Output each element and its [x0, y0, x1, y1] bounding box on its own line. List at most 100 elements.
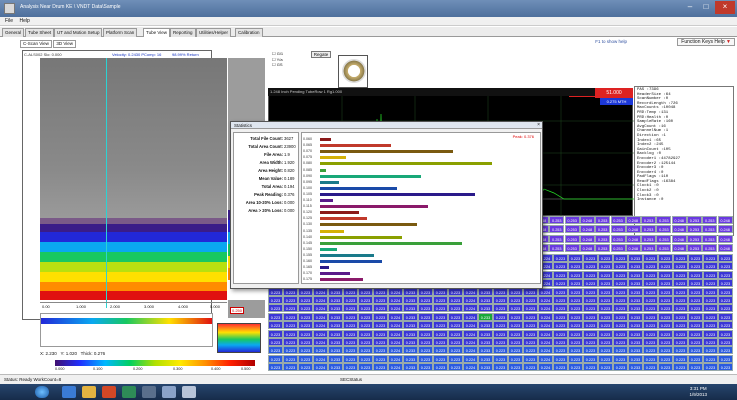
grid-cell[interactable]: 0.223: [583, 321, 598, 330]
grid-cell[interactable]: 0.223: [598, 354, 613, 363]
grid-cell[interactable]: 0.223: [673, 346, 688, 355]
grid-cell[interactable]: 0.223: [673, 304, 688, 313]
app-icon-analysis[interactable]: [182, 386, 196, 398]
grid-cell[interactable]: 0.253: [702, 216, 718, 224]
grid-cell[interactable]: 0.223: [718, 304, 733, 313]
grid-cell[interactable]: 0.233: [628, 254, 643, 262]
grid-cell[interactable]: 0.223: [688, 321, 703, 330]
grid-cell[interactable]: 0.223: [568, 321, 583, 330]
grid-cell[interactable]: 0.223: [418, 296, 433, 304]
grid-cell[interactable]: 0.223: [268, 312, 283, 321]
grid-cell[interactable]: 0.233: [628, 312, 643, 321]
grid-cell[interactable]: 0.223: [643, 287, 658, 296]
grid-cell[interactable]: 0.223: [658, 262, 673, 271]
grid-cell[interactable]: 0.253: [702, 234, 718, 243]
grid-cell[interactable]: 0.223: [508, 329, 523, 338]
grid-cell[interactable]: 0.223: [493, 321, 508, 330]
grid-cell[interactable]: 0.223: [613, 296, 628, 304]
grid-cell[interactable]: 0.233: [328, 338, 343, 346]
grid-cell[interactable]: 0.223: [673, 287, 688, 296]
grid-cell[interactable]: 0.223: [643, 296, 658, 304]
grid-cell[interactable]: 0.223: [493, 346, 508, 355]
function-keys-help-button[interactable]: Function Keys Help ▼: [677, 38, 735, 46]
grid-cell[interactable]: 0.223: [583, 262, 598, 271]
grid-cell[interactable]: 0.248: [717, 234, 733, 243]
grid-cell[interactable]: 0.248: [579, 234, 595, 243]
tab-ut-motion-setup[interactable]: UT and Motion Setup: [54, 28, 103, 37]
grid-cell[interactable]: 0.223: [718, 354, 733, 363]
grid-cell[interactable]: 0.223: [283, 296, 298, 304]
grid-cell[interactable]: 0.223: [298, 363, 313, 372]
grid-cell[interactable]: 0.233: [478, 346, 493, 355]
grid-cell[interactable]: 0.223: [583, 270, 598, 279]
grid-cell[interactable]: 0.233: [478, 321, 493, 330]
grid-cell[interactable]: 0.223: [553, 279, 568, 288]
grid-cell[interactable]: 0.224: [538, 354, 553, 363]
grid-cell[interactable]: 0.223: [568, 304, 583, 313]
cscan-cursor-line[interactable]: [106, 58, 107, 308]
grid-cell[interactable]: 0.233: [478, 338, 493, 346]
grid-cell[interactable]: 0.223: [598, 270, 613, 279]
grid-cell[interactable]: 0.223: [553, 346, 568, 355]
grid-cell[interactable]: 0.223: [448, 304, 463, 313]
grid-cell[interactable]: 0.223: [703, 279, 718, 288]
grid-cell[interactable]: 0.253: [687, 216, 702, 224]
grid-cell[interactable]: 0.248: [717, 216, 733, 224]
grid-cell[interactable]: 0.223: [508, 321, 523, 330]
grid-cell[interactable]: 0.223: [298, 312, 313, 321]
grid-cell[interactable]: 0.223: [688, 296, 703, 304]
grid-cell[interactable]: 0.223: [268, 329, 283, 338]
grid-cell[interactable]: 0.253: [610, 225, 626, 234]
grid-cell[interactable]: 0.223: [718, 296, 733, 304]
grid-cell[interactable]: 0.223: [373, 363, 388, 372]
grid-cell[interactable]: 0.223: [613, 287, 628, 296]
grid-cell[interactable]: 0.223: [358, 296, 373, 304]
grid-cell[interactable]: 0.223: [598, 304, 613, 313]
grid-cell[interactable]: 0.223: [568, 287, 583, 296]
grid-cell[interactable]: 0.223: [583, 287, 598, 296]
grid-cell[interactable]: 0.223: [268, 354, 283, 363]
grid-cell[interactable]: 0.223: [298, 304, 313, 313]
grid-cell[interactable]: 0.223: [358, 363, 373, 372]
grid-cell[interactable]: 0.253: [641, 234, 657, 243]
grid-cell[interactable]: 0.233: [478, 329, 493, 338]
grid-cell[interactable]: 0.223: [613, 304, 628, 313]
grid-cell[interactable]: 0.223: [268, 304, 283, 313]
grid-cell[interactable]: 0.223: [298, 354, 313, 363]
grid-cell[interactable]: 0.223: [643, 312, 658, 321]
grid-cell[interactable]: 0.223: [448, 329, 463, 338]
grid-cell[interactable]: 0.224: [388, 304, 403, 313]
probe-dial[interactable]: [338, 55, 368, 88]
grid-cell[interactable]: 0.253: [641, 225, 657, 234]
grid-cell[interactable]: 0.223: [283, 329, 298, 338]
grid-cell[interactable]: 0.223: [658, 296, 673, 304]
grid-cell[interactable]: 0.233: [328, 296, 343, 304]
grid-cell[interactable]: 0.223: [568, 254, 583, 262]
grid-cell[interactable]: 0.223: [613, 279, 628, 288]
grid-cell[interactable]: 0.253: [610, 243, 626, 252]
grid-cell[interactable]: 0.223: [643, 254, 658, 262]
grid-cell[interactable]: 0.223: [643, 363, 658, 372]
grid-cell[interactable]: 0.223: [433, 304, 448, 313]
grid-cell[interactable]: 0.233: [628, 363, 643, 372]
grid-cell[interactable]: 0.223: [358, 329, 373, 338]
grid-cell[interactable]: 0.223: [568, 296, 583, 304]
grid-cell[interactable]: 0.223: [718, 279, 733, 288]
grid-cell[interactable]: 0.223: [673, 338, 688, 346]
maximize-button[interactable]: □: [699, 1, 713, 14]
grid-cell[interactable]: 0.223: [688, 354, 703, 363]
grid-cell[interactable]: 0.223: [553, 354, 568, 363]
grid-cell[interactable]: 0.223: [658, 312, 673, 321]
grid-cell[interactable]: 0.223: [718, 287, 733, 296]
grid-cell[interactable]: 0.233: [403, 296, 418, 304]
grid-cell[interactable]: 0.233: [628, 262, 643, 271]
grid-cell[interactable]: 0.223: [448, 312, 463, 321]
grid-cell[interactable]: 0.223: [598, 287, 613, 296]
grid-cell[interactable]: 0.224: [313, 296, 328, 304]
grid-cell[interactable]: 0.223: [673, 296, 688, 304]
grid-cell[interactable]: 0.224: [463, 304, 478, 313]
grid-cell[interactable]: 0.233: [628, 296, 643, 304]
grid-cell[interactable]: 0.223: [298, 329, 313, 338]
grid-cell[interactable]: 0.223: [448, 338, 463, 346]
grid-cell[interactable]: 0.223: [523, 304, 538, 313]
